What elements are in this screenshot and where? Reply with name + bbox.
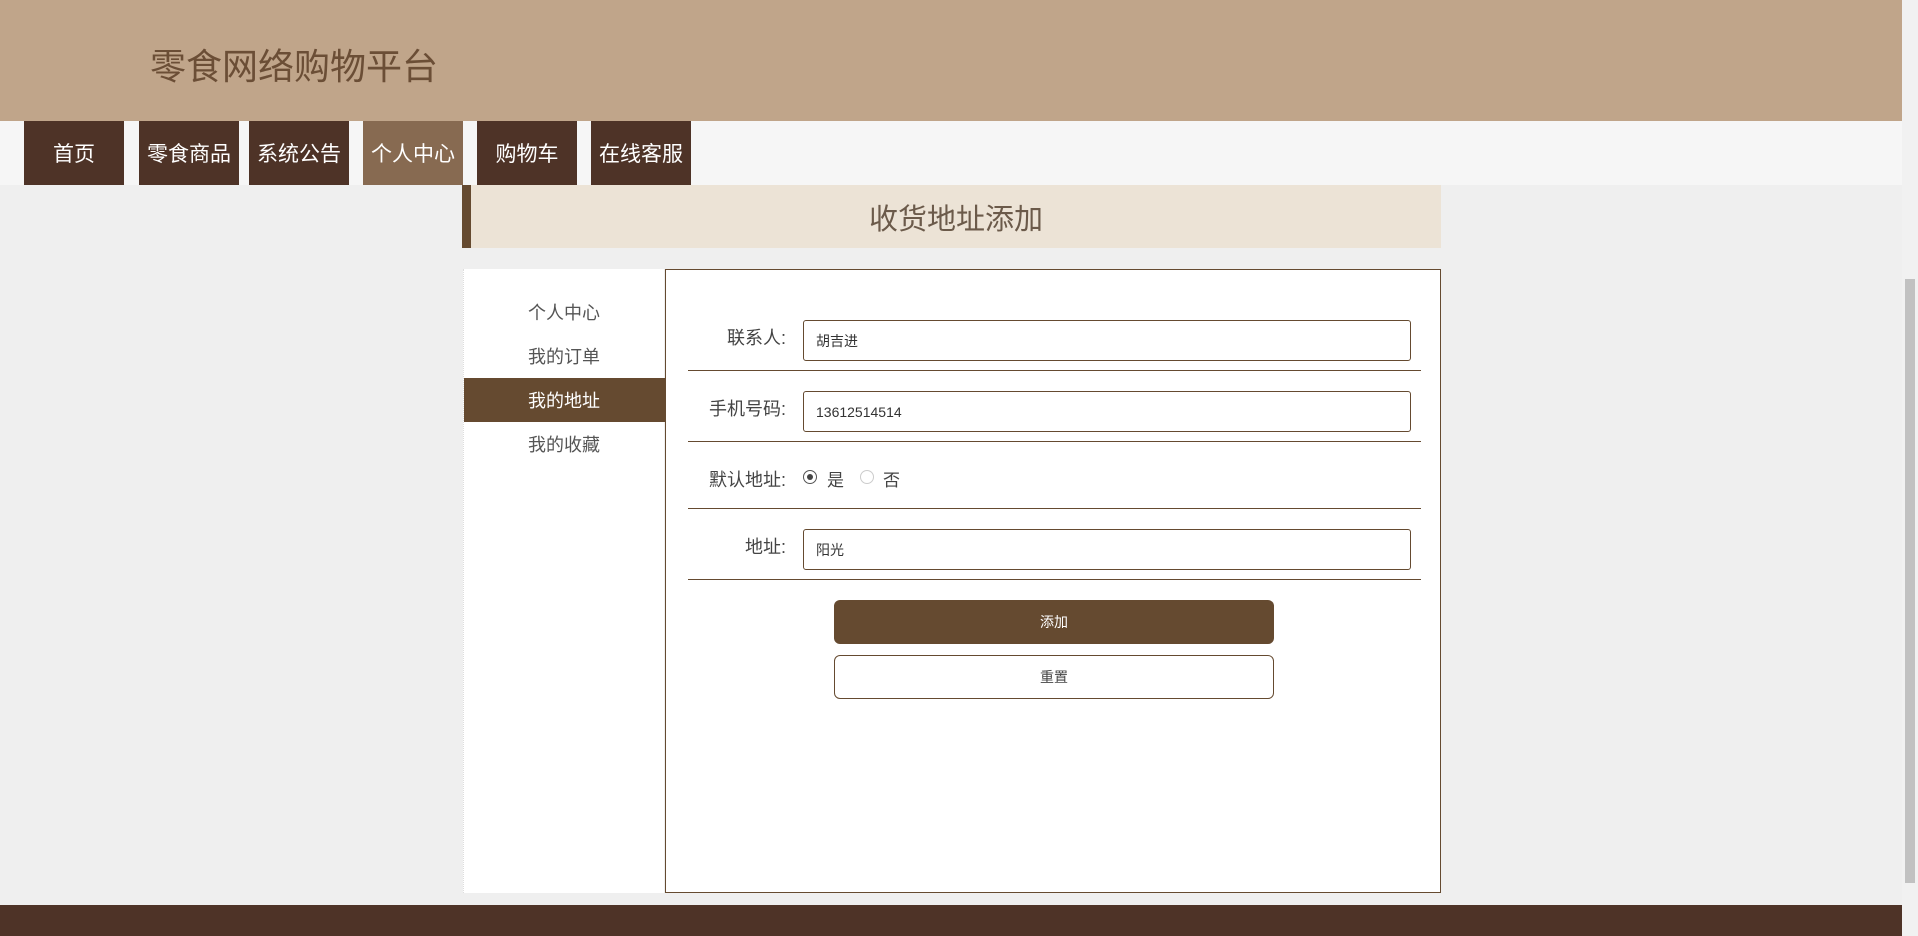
nav-announcements[interactable]: 系统公告 [249, 121, 349, 185]
divider [688, 441, 1421, 442]
phone-label: 手机号码: [708, 399, 786, 419]
reset-button[interactable]: 重置 [834, 655, 1274, 699]
nav-snacks[interactable]: 零食商品 [139, 121, 239, 185]
default-no-label: 否 [883, 471, 900, 490]
sidebar-item-addresses[interactable]: 我的地址 [464, 378, 665, 422]
nav-home[interactable]: 首页 [24, 121, 124, 185]
main-nav: 首页 零食商品 系统公告 个人中心 购物车 在线客服 [0, 121, 1902, 185]
sidebar-item-orders[interactable]: 我的订单 [464, 334, 665, 378]
address-input[interactable] [803, 529, 1411, 570]
divider [688, 579, 1421, 580]
address-form: 联系人: 手机号码: 默认地址: 是 否 地址: 添加 重置 [665, 269, 1441, 893]
divider [688, 508, 1421, 509]
nav-cart[interactable]: 购物车 [477, 121, 577, 185]
default-yes-label: 是 [827, 471, 844, 490]
phone-input[interactable] [803, 391, 1411, 432]
footer [0, 905, 1902, 936]
default-yes-radio[interactable] [803, 470, 817, 484]
scrollbar[interactable] [1902, 0, 1918, 936]
sidebar-item-personal-center[interactable]: 个人中心 [464, 290, 665, 334]
nav-online-service[interactable]: 在线客服 [591, 121, 691, 185]
site-header: 零食网络购物平台 [0, 0, 1902, 121]
default-no-radio[interactable] [860, 470, 874, 484]
sidebar: 个人中心 我的订单 我的地址 我的收藏 [463, 269, 665, 893]
default-address-label: 默认地址: [708, 470, 786, 490]
contact-input[interactable] [803, 320, 1411, 361]
contact-label: 联系人: [726, 328, 786, 348]
page-title: 收货地址添加 [462, 185, 1441, 248]
scrollbar-thumb[interactable] [1905, 279, 1915, 883]
site-title: 零食网络购物平台 [150, 46, 439, 87]
nav-personal-center[interactable]: 个人中心 [363, 121, 463, 185]
sidebar-item-favorites[interactable]: 我的收藏 [464, 422, 665, 466]
add-button[interactable]: 添加 [834, 600, 1274, 644]
address-label: 地址: [744, 537, 786, 557]
divider [688, 370, 1421, 371]
